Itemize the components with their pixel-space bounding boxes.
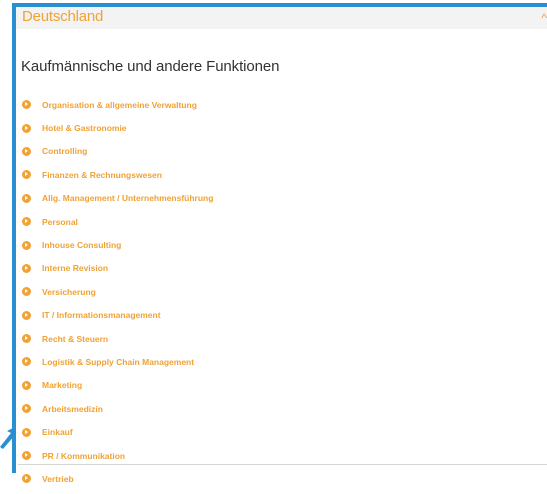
function-link[interactable]: Organisation & allgemeine Verwaltung bbox=[42, 100, 197, 110]
function-link[interactable]: Versicherung bbox=[42, 287, 96, 297]
arrow-circle-icon bbox=[22, 146, 31, 156]
arrow-circle-icon bbox=[22, 100, 31, 110]
function-link[interactable]: Allg. Management / Unternehmensführung bbox=[42, 193, 213, 203]
country-header[interactable]: Deutschland ^ bbox=[16, 7, 547, 29]
pointer-arrow-icon bbox=[0, 427, 15, 449]
function-link[interactable]: Logistik & Supply Chain Management bbox=[42, 357, 194, 367]
function-link[interactable]: Arbeitsmedizin bbox=[42, 404, 103, 414]
function-list: Organisation & allgemeine Verwaltung Hot… bbox=[22, 93, 213, 491]
list-item[interactable]: Interne Revision bbox=[22, 257, 213, 280]
arrow-circle-icon bbox=[22, 170, 31, 180]
function-link[interactable]: Vertrieb bbox=[42, 474, 74, 484]
arrow-circle-icon bbox=[22, 123, 31, 133]
list-item[interactable]: Inhouse Consulting bbox=[22, 233, 213, 256]
arrow-circle-icon bbox=[22, 310, 31, 320]
function-link[interactable]: Finanzen & Rechnungswesen bbox=[42, 170, 162, 180]
chevron-up-icon[interactable]: ^ bbox=[541, 11, 547, 25]
arrow-circle-icon bbox=[22, 474, 31, 484]
list-item[interactable]: Versicherung bbox=[22, 280, 213, 303]
list-item[interactable]: Marketing bbox=[22, 374, 213, 397]
list-item[interactable]: Hotel & Gastronomie bbox=[22, 116, 213, 139]
function-link[interactable]: PR / Kommunikation bbox=[42, 451, 125, 461]
list-item[interactable]: Recht & Steuern bbox=[22, 327, 213, 350]
arrow-circle-icon bbox=[22, 334, 31, 344]
divider bbox=[18, 464, 547, 465]
list-item[interactable]: Einkauf bbox=[22, 420, 213, 443]
function-link[interactable]: Controlling bbox=[42, 146, 87, 156]
function-link[interactable]: Recht & Steuern bbox=[42, 334, 108, 344]
list-item[interactable]: Finanzen & Rechnungswesen bbox=[22, 163, 213, 186]
function-link[interactable]: Interne Revision bbox=[42, 263, 108, 273]
function-link[interactable]: Marketing bbox=[42, 380, 82, 390]
list-item[interactable]: IT / Informationsmanagement bbox=[22, 304, 213, 327]
function-link[interactable]: IT / Informationsmanagement bbox=[42, 310, 161, 320]
arrow-circle-icon bbox=[22, 240, 31, 250]
function-link[interactable]: Hotel & Gastronomie bbox=[42, 123, 127, 133]
list-item[interactable]: Organisation & allgemeine Verwaltung bbox=[22, 93, 213, 116]
country-title[interactable]: Deutschland bbox=[22, 8, 103, 25]
list-item[interactable]: Personal bbox=[22, 210, 213, 233]
list-item[interactable]: Controlling bbox=[22, 140, 213, 163]
arrow-circle-icon bbox=[22, 451, 31, 461]
arrow-circle-icon bbox=[22, 427, 31, 437]
arrow-circle-icon bbox=[22, 193, 31, 203]
function-link[interactable]: Personal bbox=[42, 217, 78, 227]
list-item[interactable]: Vertrieb bbox=[22, 467, 213, 490]
arrow-circle-icon bbox=[22, 263, 31, 273]
list-item[interactable]: Arbeitsmedizin bbox=[22, 397, 213, 420]
arrow-circle-icon bbox=[22, 380, 31, 390]
arrow-circle-icon bbox=[22, 404, 31, 414]
arrow-circle-icon bbox=[22, 217, 31, 227]
list-item[interactable]: Logistik & Supply Chain Management bbox=[22, 350, 213, 373]
arrow-circle-icon bbox=[22, 357, 31, 367]
function-link[interactable]: Inhouse Consulting bbox=[42, 240, 121, 250]
function-link[interactable]: Einkauf bbox=[42, 427, 73, 437]
list-item[interactable]: Allg. Management / Unternehmensführung bbox=[22, 187, 213, 210]
section-title: Kaufmännische und andere Funktionen bbox=[21, 58, 280, 75]
arrow-circle-icon bbox=[22, 287, 31, 297]
